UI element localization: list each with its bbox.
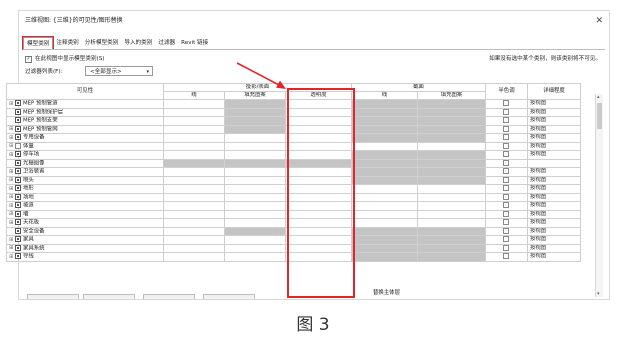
annotation-arrow (236, 62, 286, 89)
figure-caption: 图 3 (296, 315, 330, 335)
arrow-shaft (236, 62, 282, 87)
